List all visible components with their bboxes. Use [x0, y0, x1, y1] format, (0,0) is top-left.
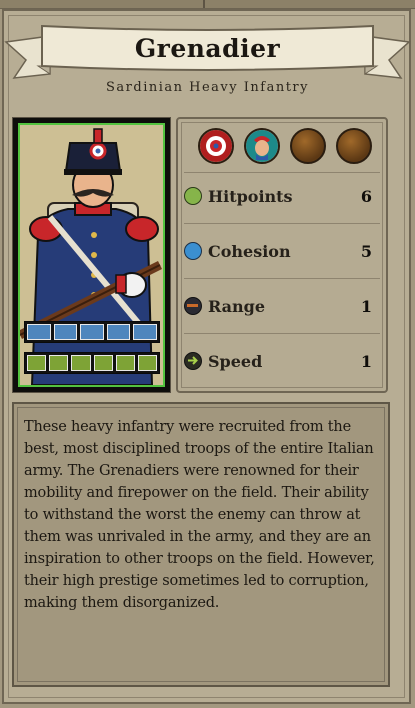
- cohesion-icon: [184, 242, 202, 260]
- range-icon: [184, 297, 202, 315]
- divider: [184, 333, 380, 334]
- unit-name: Grenadier: [134, 34, 281, 63]
- top-strip: [0, 0, 415, 9]
- stat-speed: Speed 1: [184, 349, 372, 373]
- stat-label: Speed: [208, 351, 263, 371]
- cohesion-pip: [27, 324, 51, 340]
- strip-seam: [203, 0, 205, 8]
- empty-trait-slot[interactable]: [336, 128, 372, 164]
- stat-label: Hitpoints: [208, 186, 293, 206]
- stat-range: Range 1: [184, 294, 372, 318]
- stat-hitpoints: Hitpoints 6: [184, 184, 372, 208]
- description-box: These heavy infantry were recruited from…: [12, 402, 390, 687]
- target-cockade-icon[interactable]: [198, 128, 234, 164]
- cohesion-pip: [106, 324, 131, 340]
- cohesion-pip: [80, 324, 104, 340]
- face-portrait-icon[interactable]: [244, 128, 280, 164]
- stats-panel: Hitpoints 6 Cohesion 5 Range 1 Speed 1: [176, 117, 388, 393]
- stat-cohesion: Cohesion 5: [184, 239, 372, 263]
- cohesion-bar: [24, 321, 160, 343]
- unit-description: These heavy infantry were recruited from…: [24, 419, 375, 611]
- stat-value: 1: [360, 296, 372, 316]
- unit-subtitle: Sardinian Heavy Infantry: [106, 80, 309, 95]
- divider: [184, 278, 380, 279]
- cohesion-pip: [53, 324, 78, 340]
- empty-trait-slot[interactable]: [290, 128, 326, 164]
- hitpoint-pip: [93, 355, 113, 371]
- hitpoint-pip: [49, 355, 69, 371]
- speed-icon: [184, 352, 202, 370]
- stat-value: 6: [360, 186, 372, 206]
- divider: [184, 172, 380, 173]
- stat-value: 1: [360, 351, 372, 371]
- stat-value: 5: [360, 241, 372, 261]
- hitpoints-icon: [184, 187, 202, 205]
- hitpoint-pip: [137, 355, 158, 371]
- hitpoint-pip: [71, 355, 91, 371]
- hitpoints-bar: [24, 352, 160, 374]
- cohesion-pip: [133, 324, 157, 340]
- stat-label: Cohesion: [208, 241, 291, 261]
- hitpoint-pip: [115, 355, 135, 371]
- hitpoint-pip: [27, 355, 47, 371]
- stat-label: Range: [208, 296, 266, 316]
- divider: [184, 223, 380, 224]
- unit-strength-bars: [24, 321, 160, 383]
- trait-slots: [198, 128, 372, 164]
